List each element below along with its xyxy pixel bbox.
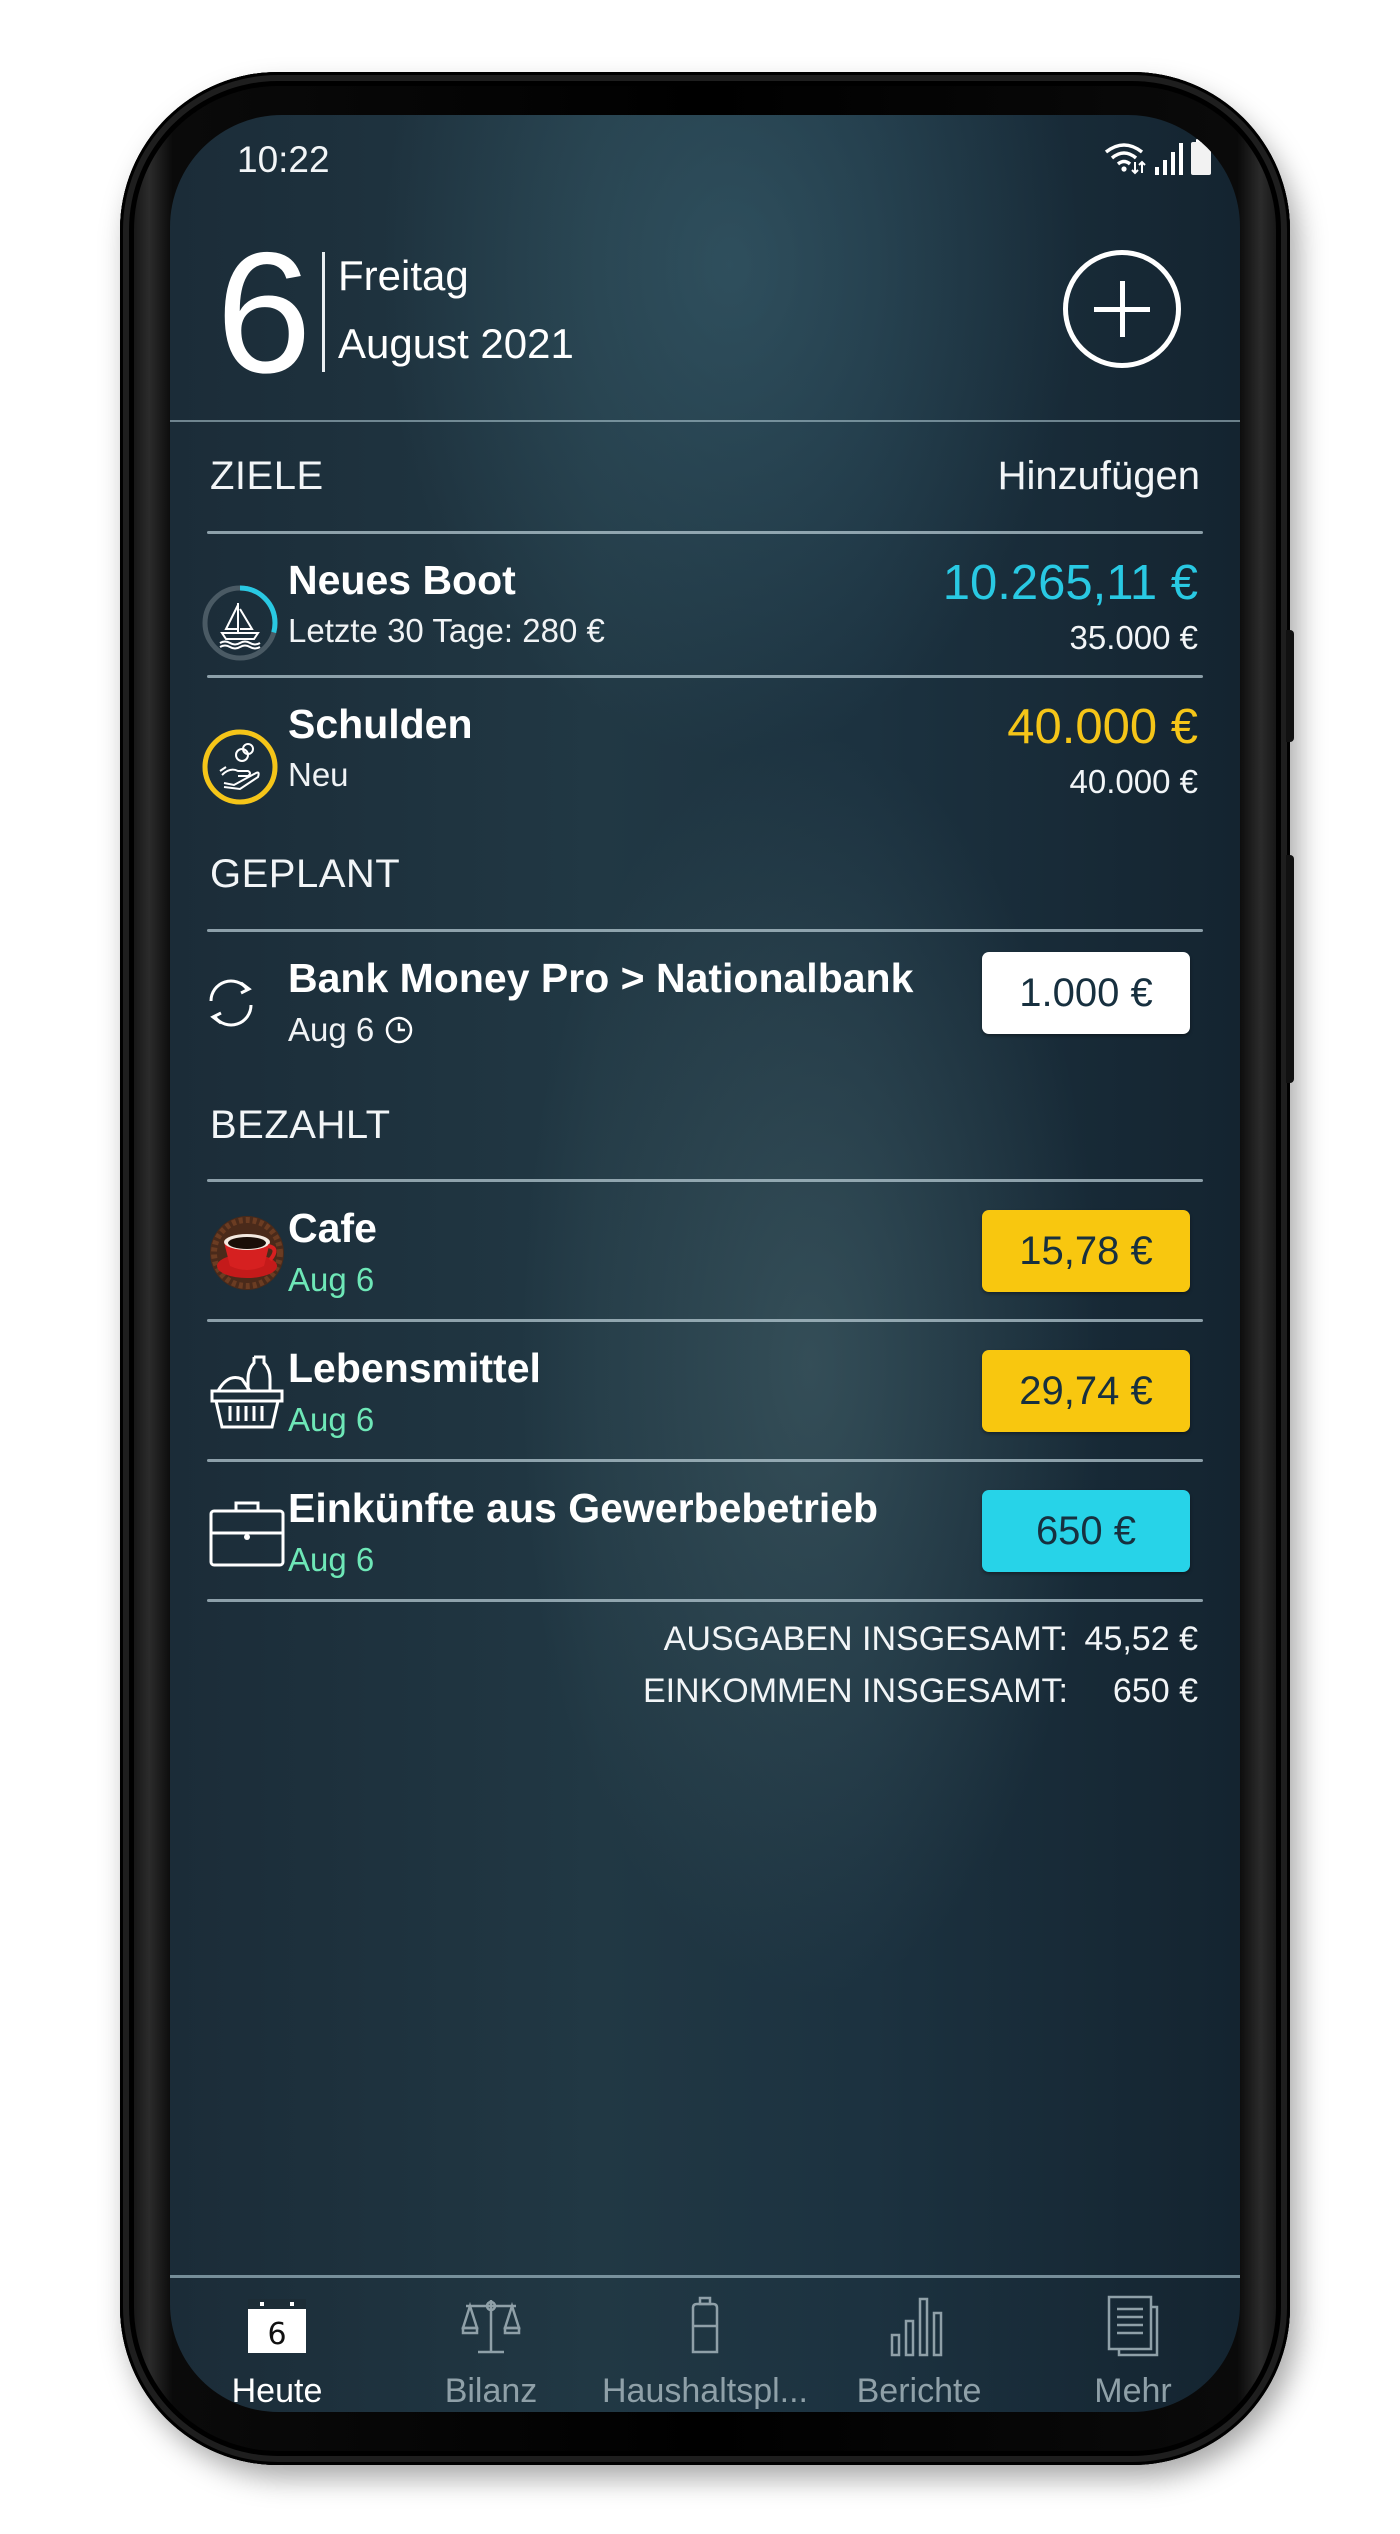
goal-target-amount: 35.000 € — [1069, 619, 1198, 656]
totals-summary: AUSGABEN INSGESAMT: 45,52 € EINKOMMEN IN… — [643, 1613, 1198, 1717]
transaction-date: Aug 6 — [288, 1541, 375, 1578]
grocery-basket-icon — [210, 1355, 284, 1429]
day-number: 6 — [216, 217, 312, 409]
nav-tab-mehr[interactable]: Mehr — [1026, 2278, 1240, 2412]
goal-row-schulden[interactable]: Schulden Neu 40.000 € 40.000 € — [170, 679, 1240, 819]
wifi-data-icon — [1104, 143, 1146, 175]
status-time: 10:22 — [237, 139, 330, 180]
divider — [207, 1319, 1203, 1322]
transaction-amount-badge[interactable]: 29,74 € — [982, 1350, 1190, 1432]
add-goal-link[interactable]: Hinzufügen — [998, 454, 1200, 499]
budget-jar-icon — [670, 2294, 740, 2358]
app-screen: 10:22 6 Freitag August 2021 ZIELE Hinzuf… — [170, 115, 1240, 2412]
phone-side-button-power — [1286, 630, 1294, 742]
goal-target-amount: 40.000 € — [1069, 763, 1198, 800]
nav-label: Haushaltspl... — [602, 2372, 808, 2410]
transaction-date: Aug 6 — [288, 1401, 375, 1438]
divider — [207, 675, 1203, 678]
nav-label: Berichte — [856, 2372, 982, 2410]
calendar-day-icon: 6 — [242, 2294, 312, 2358]
divider — [207, 1599, 1203, 1602]
paid-row-cafe[interactable]: Cafe Aug 6 15,78 € — [170, 1183, 1240, 1323]
nav-tab-berichte[interactable]: Berichte — [812, 2278, 1026, 2412]
nav-tab-heute[interactable]: 6 Heute — [170, 2278, 384, 2412]
goals-section-title: ZIELE — [210, 454, 324, 498]
goal-progress-ring — [202, 729, 278, 805]
goal-subtitle: Letzte 30 Tage: 280 € — [288, 612, 605, 649]
month-year-label: August 2021 — [338, 320, 574, 367]
transaction-amount-badge[interactable]: 15,78 € — [982, 1210, 1190, 1292]
date-separator — [322, 252, 325, 372]
goal-subtitle: Neu — [288, 756, 349, 793]
bottom-navigation: 6 Heute Bilanz Haushaltspl... Berichte M… — [170, 2278, 1240, 2412]
divider — [207, 531, 1203, 534]
income-total-value: 650 € — [1112, 1672, 1198, 1710]
transaction-amount-badge[interactable]: 650 € — [982, 1490, 1190, 1572]
income-total-label: EINKOMMEN INSGESAMT: — [642, 1672, 1068, 1710]
documents-icon — [1098, 2294, 1168, 2358]
goal-name: Neues Boot — [288, 557, 516, 603]
nav-label: Bilanz — [444, 2372, 538, 2410]
paid-row-einkuenfte[interactable]: Einkünfte aus Gewerbebetrieb Aug 6 650 € — [170, 1463, 1240, 1603]
goal-progress-ring — [202, 585, 278, 661]
transfer-sync-icon — [209, 979, 253, 1027]
bar-chart-icon — [884, 2294, 954, 2358]
transaction-name: Lebensmittel — [288, 1345, 541, 1391]
transaction-date: Aug 6 — [288, 1261, 375, 1298]
goal-row-neues-boot[interactable]: Neues Boot Letzte 30 Tage: 280 € 10.265,… — [170, 535, 1240, 675]
transaction-name: Cafe — [288, 1205, 377, 1251]
nav-label: Heute — [231, 2372, 323, 2410]
goal-current-amount: 40.000 € — [1007, 700, 1198, 754]
clock-icon — [386, 1016, 413, 1044]
status-icons — [1104, 139, 1212, 175]
calendar-day-number: 6 — [267, 2317, 286, 2352]
paid-row-lebensmittel[interactable]: Lebensmittel Aug 6 29,74 € — [170, 1323, 1240, 1463]
planned-date: Aug 6 — [288, 1011, 375, 1048]
balance-scale-icon — [456, 2294, 526, 2358]
planned-row[interactable]: Bank Money Pro > Nationalbank Aug 6 1.00… — [170, 933, 1240, 1073]
planned-date-wrap: Aug 6 — [288, 1011, 414, 1049]
weekday-label: Freitag — [338, 252, 469, 299]
expenses-total-label: AUSGABEN INSGESAMT: — [663, 1620, 1068, 1658]
nav-tab-bilanz[interactable]: Bilanz — [384, 2278, 598, 2412]
header-divider — [170, 420, 1240, 422]
divider — [207, 929, 1203, 932]
expenses-total-line: AUSGABEN INSGESAMT: 45,52 € — [643, 1613, 1198, 1665]
sailboat-icon — [219, 603, 261, 650]
briefcase-icon — [209, 1501, 285, 1567]
add-transaction-button[interactable] — [1063, 250, 1181, 368]
planned-title: Bank Money Pro > Nationalbank — [288, 955, 914, 1001]
hand-coins-icon — [219, 743, 260, 791]
cell-signal-icon — [1155, 143, 1183, 175]
nav-tab-haushaltsplan[interactable]: Haushaltspl... — [598, 2278, 812, 2412]
goal-name: Schulden — [288, 701, 473, 747]
battery-icon — [1191, 139, 1211, 175]
divider — [207, 1179, 1203, 1182]
planned-section-title: GEPLANT — [210, 852, 401, 896]
nav-label: Mehr — [1094, 2372, 1172, 2410]
expenses-total-value: 45,52 € — [1084, 1620, 1198, 1658]
transaction-name: Einkünfte aus Gewerbebetrieb — [288, 1485, 879, 1531]
planned-amount-badge[interactable]: 1.000 € — [982, 952, 1190, 1034]
paid-section-title: BEZAHLT — [210, 1103, 391, 1147]
coffee-cup-icon — [210, 1216, 284, 1290]
divider — [207, 1459, 1203, 1462]
phone-side-button-volume — [1286, 855, 1294, 1083]
income-total-line: EINKOMMEN INSGESAMT: 650 € — [643, 1665, 1198, 1717]
goal-current-amount: 10.265,11 € — [942, 556, 1198, 610]
